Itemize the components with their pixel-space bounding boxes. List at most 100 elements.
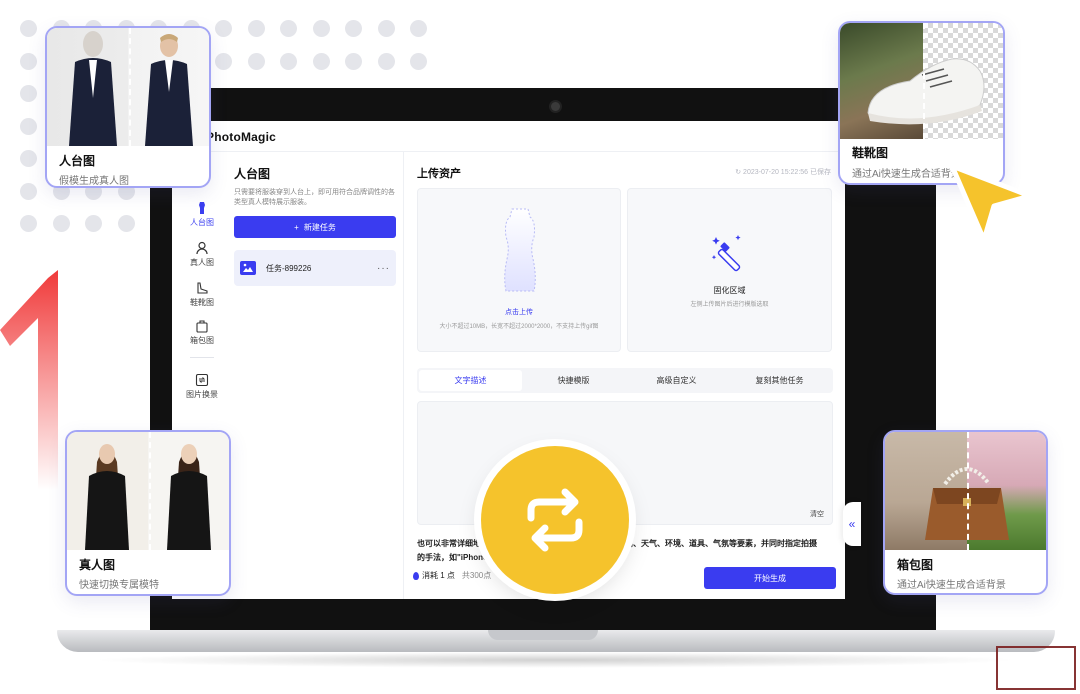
start-generate-button[interactable]: 开始生成 [704,567,836,589]
card-subtitle: 通过Ai快速生成合适背景 [897,580,1006,591]
panel-title: 人台图 [234,167,271,181]
sidebar-item-label: 真人图 [190,258,214,267]
camera-dot [551,102,560,111]
decor-dot [20,150,37,167]
mannequin-icon [199,202,205,214]
hint-line-1b: 间、天气、环境、道具、气氛等要素，并同时指定拍摄 [625,539,817,548]
header-divider [172,151,845,152]
decor-dot [377,20,395,37]
credit-drop-icon [413,571,419,580]
sidebar-item-mannequin[interactable]: 人台图 [176,201,228,228]
decor-dot [20,182,37,200]
laptop-shadow [90,652,1020,668]
decor-dot [20,20,37,37]
image-icon [240,261,256,275]
upload-dropzone[interactable]: 点击上传 大小不超过10MB，长宽不超过2000*2000，不支持上传gif图 [417,188,621,352]
image-swap-icon [195,373,209,387]
pointer-cursor-icon [949,163,1033,243]
panel-divider [403,152,404,599]
collapse-panel-button[interactable]: « [843,502,861,546]
cost-info: 消耗 1 点 共300点 [413,570,491,581]
sidebar-item-person[interactable]: 真人图 [176,241,228,268]
sidebar-item-label: 人台图 [190,218,214,227]
timestamp-text: 2023-07-20 15:22:56 已保存 [743,169,831,176]
card-subtitle: 快速切换专属模特 [79,580,159,591]
tab-text-description[interactable]: 文字描述 [419,370,522,391]
cost-total: 共300点 [461,571,492,580]
fixed-region-hint: 左侧上传图片后进行模版选取 [690,302,769,308]
sidebar-item-shoes[interactable]: 鞋靴图 [176,281,228,308]
marketing-hero: PhotoMagic 人台图 真人图 鞋靴图 箱包图 图片换景 人台图 只需要将… [0,0,1080,694]
divider-line [967,432,969,550]
decor-dot [20,52,37,70]
shoe-preview-image [840,23,1003,139]
watermark-stamp [996,646,1076,690]
feature-card-mannequin[interactable]: 人台图 假模生成真人图 [45,26,211,188]
tab-advanced-custom[interactable]: 高级自定义 [625,370,728,391]
decor-dot [280,52,297,70]
main-area: 上传资产 ↻ 2023-07-20 15:22:56 已保存 点击上传 大小不超… [413,165,836,589]
task-panel: 人台图 只需要将服装穿到人台上，即可用符合品牌调性的各类型真人模特展示服装。 +… [234,165,396,286]
upload-hint: 大小不超过10MB，长宽不超过2000*2000，不支持上传gif图 [439,324,599,330]
hint-line-2: 的手法，如"iPhone [417,553,488,562]
decor-dot [345,52,362,70]
decor-dot [410,20,427,37]
decor-dot [215,20,232,37]
sidebar-item-image-swap[interactable]: 图片换景 [176,373,228,400]
tab-quick-template[interactable]: 快捷模版 [522,370,625,391]
fixed-region-card[interactable]: 固化区域 左侧上传图片后进行模版选取 [627,188,832,352]
decor-dot [410,52,427,70]
mannequin-preview-image [47,28,209,146]
decor-dot [20,117,37,135]
card-title: 真人图 [79,558,116,572]
decor-dot [215,52,232,70]
panel-description: 只需要将服装穿到人台上，即可用符合品牌调性的各类型真人模特展示服装。 [234,189,395,206]
decor-dot [247,52,265,70]
more-options-icon[interactable]: ··· [377,263,390,274]
tab-copy-task[interactable]: 复刻其他任务 [728,370,831,391]
divider-line [129,28,131,146]
divider-line [923,23,925,139]
new-task-button[interactable]: + 新建任务 [234,216,396,238]
card-title: 鞋靴图 [852,146,889,160]
card-title: 人台图 [59,154,96,168]
sidebar-item-bags[interactable]: 箱包图 [176,319,228,346]
sidebar-item-label: 鞋靴图 [190,298,214,307]
divider-line [149,432,151,550]
decor-dot [280,20,297,37]
fixed-region-title: 固化区域 [713,286,746,295]
feature-card-bag[interactable]: 箱包图 通过Ai快速生成合适背景 [883,430,1048,595]
new-task-label: 新建任务 [303,222,336,232]
hint-line-1a: 也可以非常详细地 [417,539,481,548]
app-title: PhotoMagic [206,130,276,144]
decor-dot [345,20,362,37]
decor-dot [117,215,135,232]
task-list-item[interactable]: 任务-899226 ··· [234,250,396,286]
decor-dot [20,85,37,102]
decor-dot [52,215,70,232]
plus-icon: + [294,222,299,232]
sidebar-divider [190,357,214,358]
decor-dot [312,20,330,37]
clear-button[interactable]: 清空 [810,509,824,519]
decor-dot [85,215,102,232]
bag-icon [196,320,208,333]
mannequin-placeholder-icon [504,208,536,292]
feature-card-person[interactable]: 真人图 快速切换专属模特 [65,430,231,596]
shoe-icon [197,282,208,294]
magic-wand-icon [711,235,741,272]
swap-badge [481,446,629,594]
mode-tabs: 文字描述 快捷模版 高级自定义 复刻其他任务 [417,368,833,393]
card-subtitle: 假模生成真人图 [59,176,129,187]
sidebar-item-label: 箱包图 [190,336,214,345]
save-timestamp: ↻ 2023-07-20 15:22:56 已保存 [735,169,831,176]
person-preview-image [67,432,229,550]
laptop-notch [488,630,598,640]
task-label: 任务-899226 [266,263,312,273]
upload-link[interactable]: 点击上传 [418,307,620,317]
red-arrow-decoration [0,270,58,490]
swap-arrows-icon [527,488,583,552]
decor-dot [247,20,265,37]
person-icon [196,241,208,255]
cost-label: 消耗 1 点 [422,571,455,580]
